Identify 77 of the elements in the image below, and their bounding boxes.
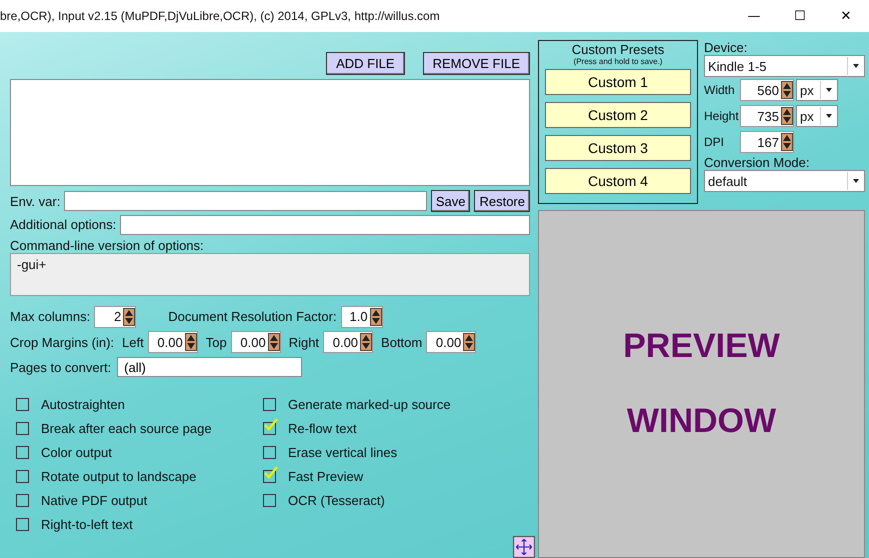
spinner-arrows-icon[interactable]	[781, 107, 793, 125]
dimension-spinner[interactable]: 560	[740, 79, 794, 101]
checkbox-label: Erase vertical lines	[288, 444, 398, 460]
pages-field[interactable]: (all)	[117, 357, 302, 378]
checkbox[interactable]	[16, 446, 29, 458]
checkbox-label: Generate marked-up source	[288, 396, 451, 412]
checkbox[interactable]	[16, 518, 29, 530]
field-label: Height	[704, 109, 738, 123]
restore-button[interactable]: Restore	[474, 190, 530, 212]
field-label: Max columns:	[10, 309, 90, 324]
checkbox[interactable]	[16, 422, 29, 434]
checkbox-label: Right-to-left text	[41, 516, 133, 532]
conversion-mode-dropdown[interactable]: default	[704, 170, 865, 192]
preset-button[interactable]: Custom 4	[545, 168, 691, 194]
field-label: Crop Margins (in):	[10, 334, 114, 350]
preset-button[interactable]: Custom 2	[545, 102, 691, 128]
field-label: Conversion Mode:	[704, 155, 810, 170]
checkbox-label: Native PDF output	[41, 492, 148, 508]
add-file-button[interactable]: ADD FILE	[326, 52, 405, 75]
dimension-spinner[interactable]: 735	[740, 105, 794, 127]
checkbox-label: Rotate output to landscape	[41, 468, 196, 484]
margin-spinner[interactable]: 0.00	[323, 331, 374, 354]
group-title: Custom Presets	[572, 43, 664, 57]
field-label: Bottom	[381, 334, 422, 350]
checkbox[interactable]	[16, 470, 29, 482]
field-label: Device:	[704, 40, 748, 55]
spinner-arrows-icon[interactable]	[463, 333, 476, 352]
checkbox[interactable]	[16, 398, 29, 410]
spinner-arrows-icon[interactable]	[123, 308, 136, 326]
resolution-factor-spinner[interactable]: 1.0	[340, 306, 383, 328]
spinner-arrows-icon[interactable]	[184, 333, 197, 352]
additional-options-field[interactable]	[120, 214, 530, 235]
remove-file-button[interactable]: REMOVE FILE	[422, 52, 530, 75]
field-label: Command-line version of options:	[10, 238, 205, 254]
preset-button[interactable]: Custom 1	[545, 69, 691, 95]
field-label: Top	[206, 334, 227, 350]
group-hint: (Press and hold to save.)	[574, 57, 662, 66]
preview-text: PREVIEW	[623, 327, 780, 366]
checkbox[interactable]	[263, 446, 276, 458]
checkbox-label: OCR (Tesseract)	[288, 492, 385, 508]
margin-spinner[interactable]: 0.00	[426, 331, 476, 354]
move-icon[interactable]	[513, 536, 535, 558]
field-label: Document Resolution Factor:	[168, 309, 337, 324]
margin-spinner[interactable]: 0.00	[148, 331, 198, 354]
spinner-arrows-icon[interactable]	[268, 333, 280, 352]
device-dropdown[interactable]: Kindle 1-5	[704, 55, 865, 77]
field-label: DPI	[704, 135, 726, 149]
window-title: bre,OCR), Input v2.15 (MuPDF,DjVuLibre,OCR), (c) 2014, GPLv3, http://willus.com	[0, 9, 440, 23]
field-label: Left	[122, 334, 144, 350]
file-list[interactable]	[10, 79, 530, 186]
field-label: Additional options:	[10, 217, 116, 232]
checkbox[interactable]	[263, 494, 276, 506]
checkbox[interactable]	[16, 494, 29, 506]
checkbox-label: Autostraighten	[41, 396, 125, 412]
spinner-arrows-icon[interactable]	[781, 133, 793, 151]
field-label: Env. var:	[10, 194, 60, 209]
margin-spinner[interactable]: 0.00	[230, 331, 281, 354]
checkbox-label: Re-flow text	[288, 420, 357, 436]
checkbox[interactable]	[263, 398, 276, 410]
checkbox-label: Break after each source page	[41, 420, 212, 436]
dimension-spinner[interactable]: 167	[740, 131, 794, 153]
checkbox-label: Color output	[41, 444, 112, 460]
unit-dropdown[interactable]: px	[796, 79, 838, 101]
save-button[interactable]: Save	[430, 190, 470, 212]
preview-text: WINDOW	[626, 402, 776, 441]
preset-button[interactable]: Custom 3	[545, 135, 691, 161]
spinner-arrows-icon[interactable]	[360, 333, 372, 352]
command-line-field[interactable]: -gui+	[10, 253, 530, 296]
field-label: Right	[288, 334, 320, 350]
field-label: Width	[704, 83, 736, 97]
spinner-arrows-icon[interactable]	[781, 81, 793, 99]
checkbox-label: Fast Preview	[288, 468, 364, 484]
spinner-arrows-icon[interactable]	[370, 308, 382, 326]
unit-dropdown[interactable]: px	[796, 105, 838, 127]
field-label: Pages to convert:	[10, 360, 112, 375]
env-var-field[interactable]	[64, 191, 427, 212]
max-columns-spinner[interactable]: 2	[94, 306, 136, 328]
